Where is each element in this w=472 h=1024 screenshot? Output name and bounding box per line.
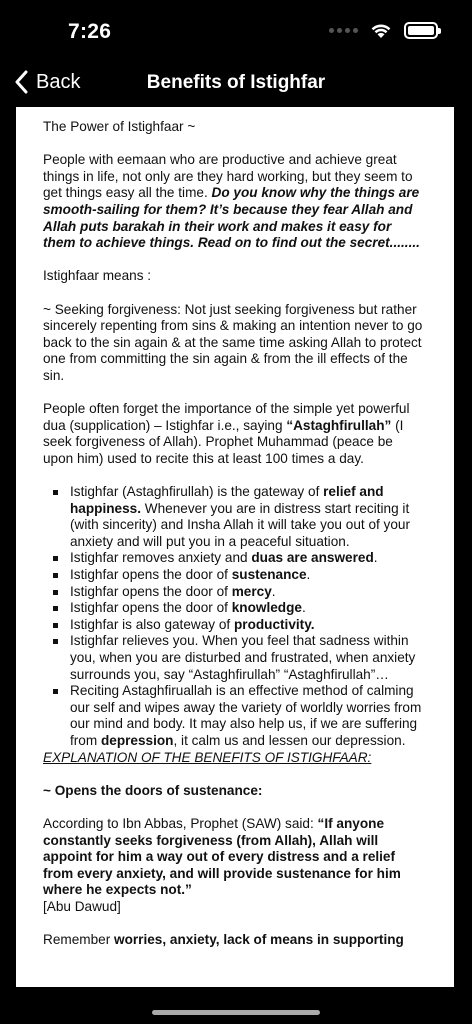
benefits-list: Istighfar (Astaghfirullah) is the gatewa…	[43, 484, 424, 750]
home-indicator[interactable]	[152, 1010, 320, 1015]
means-label: Istighfaar means :	[43, 268, 152, 284]
list-item: Istighfar (Astaghfirullah) is the gatewa…	[53, 484, 424, 550]
list-item: Istighfar is also gateway of productivit…	[53, 617, 424, 634]
wifi-icon	[371, 24, 391, 38]
page-title: Benefits of Istighfar	[146, 72, 326, 93]
list-item: Istighfar opens the door of sustenance.	[53, 567, 424, 584]
list-item: Istighfar opens the door of knowledge.	[53, 600, 424, 617]
sustenance-heading: ~ Opens the doors of sustenance:	[43, 782, 263, 798]
intro-paragraph: People with eemaan who are productive an…	[43, 152, 420, 251]
seeking-forgiveness-paragraph: ~ Seeking forgiveness: Not just seeking …	[43, 301, 423, 383]
hadith-paragraph: According to Ibn Abbas, Prophet (SAW) sa…	[43, 815, 401, 898]
status-bar: 7:26	[0, 0, 472, 64]
navigation-bar: Back Benefits of Istighfar	[0, 64, 472, 104]
explanation-heading: EXPLANATION OF THE BENEFITS OF ISTIGHFAA…	[43, 749, 372, 765]
battery-icon	[404, 22, 441, 39]
article-body: The Power of Istighfaar ~ People with ee…	[16, 107, 454, 949]
article-webview[interactable]: The Power of Istighfaar ~ People with ee…	[16, 107, 454, 987]
status-icons	[329, 22, 441, 39]
remember-paragraph: Remember worries, anxiety, lack of means…	[43, 932, 404, 948]
list-item: Istighfar opens the door of mercy.	[53, 584, 424, 601]
list-item: Istighfar removes anxiety and duas are a…	[53, 550, 424, 567]
list-item: Reciting Astaghfiruallah is an effective…	[53, 683, 424, 749]
dua-paragraph: People often forget the importance of th…	[43, 401, 410, 466]
cellular-signal-icon	[329, 28, 358, 33]
hadith-source: [Abu Dawud]	[43, 898, 121, 914]
list-item: Istighfar relieves you. When you feel th…	[53, 633, 424, 683]
status-time: 7:26	[68, 20, 112, 43]
intro-title: The Power of Istighfaar ~	[43, 119, 196, 134]
